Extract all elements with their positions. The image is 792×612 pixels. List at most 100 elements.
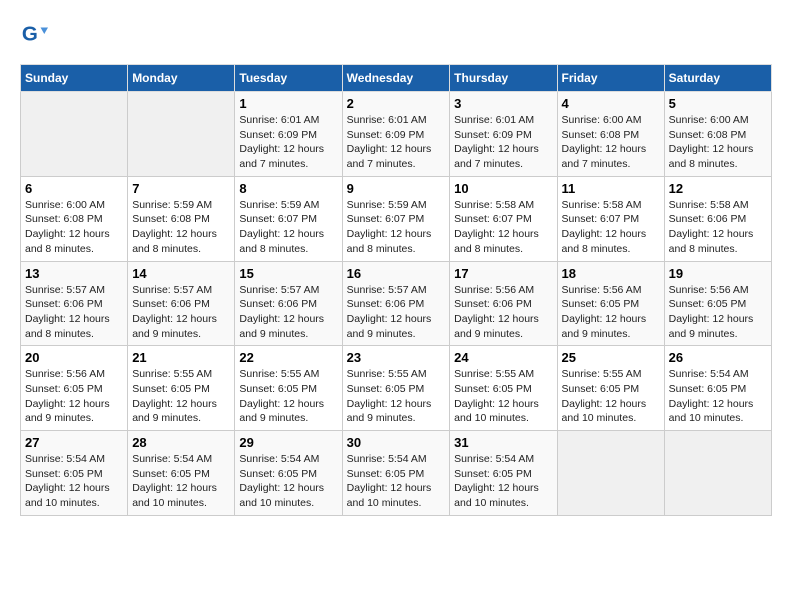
- logo-icon: G: [20, 20, 48, 48]
- calendar-cell: 31 Sunrise: 5:54 AM Sunset: 6:05 PM Dayli…: [450, 431, 557, 516]
- day-number: 29: [239, 435, 337, 450]
- day-info: Sunrise: 5:54 AM Sunset: 6:05 PM Dayligh…: [25, 452, 123, 511]
- calendar-cell: 18 Sunrise: 5:56 AM Sunset: 6:05 PM Dayli…: [557, 261, 664, 346]
- calendar-cell: 6 Sunrise: 6:00 AM Sunset: 6:08 PM Daylig…: [21, 176, 128, 261]
- weekday-header: Tuesday: [235, 65, 342, 92]
- calendar-cell: 17 Sunrise: 5:56 AM Sunset: 6:06 PM Dayli…: [450, 261, 557, 346]
- calendar-cell: 9Sunrise: 5:59 AM Sunset: 6:07 PM Daylig…: [342, 176, 450, 261]
- calendar-cell: 3 Sunrise: 6:01 AM Sunset: 6:09 PM Daylig…: [450, 92, 557, 177]
- day-info: Sunrise: 5:57 AM Sunset: 6:06 PM Dayligh…: [25, 283, 123, 342]
- day-number: 22: [239, 350, 337, 365]
- day-info: Sunrise: 5:57 AM Sunset: 6:06 PM Dayligh…: [132, 283, 230, 342]
- calendar-table: SundayMondayTuesdayWednesdayThursdayFrid…: [20, 64, 772, 516]
- calendar-cell: [664, 431, 771, 516]
- day-info: Sunrise: 5:56 AM Sunset: 6:05 PM Dayligh…: [562, 283, 660, 342]
- calendar-cell: [21, 92, 128, 177]
- day-info: Sunrise: 5:59 AM Sunset: 6:08 PM Dayligh…: [132, 198, 230, 257]
- calendar-cell: 14 Sunrise: 5:57 AM Sunset: 6:06 PM Dayli…: [128, 261, 235, 346]
- day-number: 26: [669, 350, 767, 365]
- day-number: 27: [25, 435, 123, 450]
- day-info: Sunrise: 5:55 AM Sunset: 6:05 PM Dayligh…: [347, 367, 446, 426]
- day-info: Sunrise: 6:00 AM Sunset: 6:08 PM Dayligh…: [25, 198, 123, 257]
- calendar-week-row: 1Sunrise: 6:01 AM Sunset: 6:09 PM Daylig…: [21, 92, 772, 177]
- day-number: 3: [454, 96, 552, 111]
- calendar-cell: 22 Sunrise: 5:55 AM Sunset: 6:05 PM Dayli…: [235, 346, 342, 431]
- day-number: 10: [454, 181, 552, 196]
- day-info: Sunrise: 5:58 AM Sunset: 6:07 PM Dayligh…: [454, 198, 552, 257]
- day-number: 19: [669, 266, 767, 281]
- day-number: 4: [562, 96, 660, 111]
- weekday-header-row: SundayMondayTuesdayWednesdayThursdayFrid…: [21, 65, 772, 92]
- day-number: 20: [25, 350, 123, 365]
- calendar-cell: 28 Sunrise: 5:54 AM Sunset: 6:05 PM Dayli…: [128, 431, 235, 516]
- calendar-week-row: 6 Sunrise: 6:00 AM Sunset: 6:08 PM Daylig…: [21, 176, 772, 261]
- day-info: Sunrise: 5:54 AM Sunset: 6:05 PM Dayligh…: [132, 452, 230, 511]
- weekday-header: Sunday: [21, 65, 128, 92]
- day-number: 23: [347, 350, 446, 365]
- calendar-cell: 5Sunrise: 6:00 AM Sunset: 6:08 PM Daylig…: [664, 92, 771, 177]
- day-info: Sunrise: 6:01 AM Sunset: 6:09 PM Dayligh…: [454, 113, 552, 172]
- day-number: 14: [132, 266, 230, 281]
- page-header: G: [20, 20, 772, 48]
- day-info: Sunrise: 5:56 AM Sunset: 6:06 PM Dayligh…: [454, 283, 552, 342]
- day-number: 8: [239, 181, 337, 196]
- day-info: Sunrise: 5:54 AM Sunset: 6:05 PM Dayligh…: [669, 367, 767, 426]
- calendar-cell: 26 Sunrise: 5:54 AM Sunset: 6:05 PM Dayli…: [664, 346, 771, 431]
- calendar-cell: [557, 431, 664, 516]
- calendar-week-row: 27 Sunrise: 5:54 AM Sunset: 6:05 PM Dayli…: [21, 431, 772, 516]
- day-info: Sunrise: 5:59 AM Sunset: 6:07 PM Dayligh…: [347, 198, 446, 257]
- day-number: 6: [25, 181, 123, 196]
- day-number: 13: [25, 266, 123, 281]
- calendar-cell: 4 Sunrise: 6:00 AM Sunset: 6:08 PM Daylig…: [557, 92, 664, 177]
- day-number: 17: [454, 266, 552, 281]
- day-number: 15: [239, 266, 337, 281]
- day-number: 31: [454, 435, 552, 450]
- day-info: Sunrise: 6:00 AM Sunset: 6:08 PM Dayligh…: [562, 113, 660, 172]
- calendar-cell: 29Sunrise: 5:54 AM Sunset: 6:05 PM Dayli…: [235, 431, 342, 516]
- calendar-cell: 2 Sunrise: 6:01 AM Sunset: 6:09 PM Daylig…: [342, 92, 450, 177]
- day-number: 21: [132, 350, 230, 365]
- calendar-cell: 30Sunrise: 5:54 AM Sunset: 6:05 PM Dayli…: [342, 431, 450, 516]
- day-number: 24: [454, 350, 552, 365]
- calendar-cell: 13 Sunrise: 5:57 AM Sunset: 6:06 PM Dayli…: [21, 261, 128, 346]
- calendar-cell: 15 Sunrise: 5:57 AM Sunset: 6:06 PM Dayli…: [235, 261, 342, 346]
- calendar-cell: 10 Sunrise: 5:58 AM Sunset: 6:07 PM Dayli…: [450, 176, 557, 261]
- day-info: Sunrise: 5:56 AM Sunset: 6:05 PM Dayligh…: [669, 283, 767, 342]
- day-info: Sunrise: 5:55 AM Sunset: 6:05 PM Dayligh…: [562, 367, 660, 426]
- calendar-cell: 7Sunrise: 5:59 AM Sunset: 6:08 PM Daylig…: [128, 176, 235, 261]
- day-number: 18: [562, 266, 660, 281]
- day-info: Sunrise: 6:01 AM Sunset: 6:09 PM Dayligh…: [347, 113, 446, 172]
- calendar-cell: 24Sunrise: 5:55 AM Sunset: 6:05 PM Dayli…: [450, 346, 557, 431]
- day-info: Sunrise: 5:59 AM Sunset: 6:07 PM Dayligh…: [239, 198, 337, 257]
- day-info: Sunrise: 5:54 AM Sunset: 6:05 PM Dayligh…: [347, 452, 446, 511]
- weekday-header: Saturday: [664, 65, 771, 92]
- day-info: Sunrise: 5:58 AM Sunset: 6:07 PM Dayligh…: [562, 198, 660, 257]
- calendar-cell: 19 Sunrise: 5:56 AM Sunset: 6:05 PM Dayli…: [664, 261, 771, 346]
- calendar-cell: 23 Sunrise: 5:55 AM Sunset: 6:05 PM Dayli…: [342, 346, 450, 431]
- calendar-week-row: 13 Sunrise: 5:57 AM Sunset: 6:06 PM Dayli…: [21, 261, 772, 346]
- day-info: Sunrise: 5:57 AM Sunset: 6:06 PM Dayligh…: [347, 283, 446, 342]
- calendar-week-row: 20Sunrise: 5:56 AM Sunset: 6:05 PM Dayli…: [21, 346, 772, 431]
- day-number: 5: [669, 96, 767, 111]
- calendar-cell: 25 Sunrise: 5:55 AM Sunset: 6:05 PM Dayli…: [557, 346, 664, 431]
- calendar-cell: [128, 92, 235, 177]
- day-info: Sunrise: 5:55 AM Sunset: 6:05 PM Dayligh…: [132, 367, 230, 426]
- day-info: Sunrise: 5:55 AM Sunset: 6:05 PM Dayligh…: [239, 367, 337, 426]
- weekday-header: Friday: [557, 65, 664, 92]
- day-info: Sunrise: 5:57 AM Sunset: 6:06 PM Dayligh…: [239, 283, 337, 342]
- logo: G: [20, 20, 50, 48]
- calendar-cell: 27 Sunrise: 5:54 AM Sunset: 6:05 PM Dayli…: [21, 431, 128, 516]
- day-number: 16: [347, 266, 446, 281]
- day-number: 28: [132, 435, 230, 450]
- calendar-cell: 8 Sunrise: 5:59 AM Sunset: 6:07 PM Daylig…: [235, 176, 342, 261]
- day-info: Sunrise: 5:54 AM Sunset: 6:05 PM Dayligh…: [454, 452, 552, 511]
- weekday-header: Monday: [128, 65, 235, 92]
- day-number: 2: [347, 96, 446, 111]
- day-info: Sunrise: 5:58 AM Sunset: 6:06 PM Dayligh…: [669, 198, 767, 257]
- day-info: Sunrise: 6:01 AM Sunset: 6:09 PM Dayligh…: [239, 113, 337, 172]
- day-number: 25: [562, 350, 660, 365]
- calendar-cell: 11Sunrise: 5:58 AM Sunset: 6:07 PM Dayli…: [557, 176, 664, 261]
- calendar-cell: 12Sunrise: 5:58 AM Sunset: 6:06 PM Dayli…: [664, 176, 771, 261]
- calendar-cell: 21 Sunrise: 5:55 AM Sunset: 6:05 PM Dayli…: [128, 346, 235, 431]
- calendar-cell: 16 Sunrise: 5:57 AM Sunset: 6:06 PM Dayli…: [342, 261, 450, 346]
